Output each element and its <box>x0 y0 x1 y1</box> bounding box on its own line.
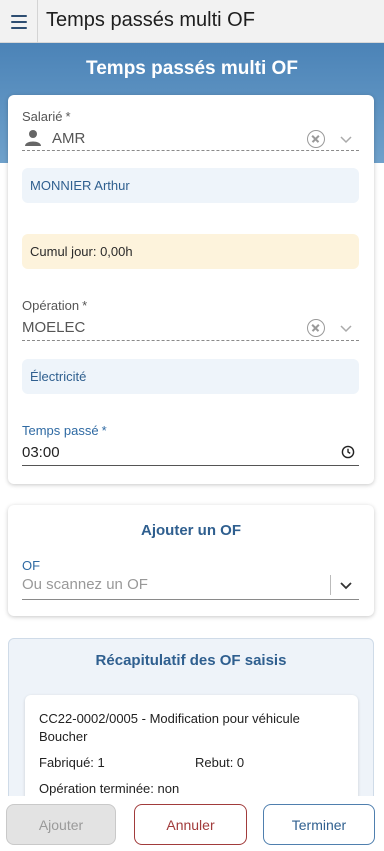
daily-total-box: Cumul jour: 0,00h <box>22 234 359 269</box>
finish-button[interactable]: Terminer <box>263 804 375 845</box>
app-title: Temps passés multi OF <box>46 9 255 31</box>
add-of-card: Ajouter un OF OF Ou scannez un OF <box>8 505 374 616</box>
of-divider <box>330 575 331 595</box>
of-client: Boucher <box>39 729 88 744</box>
time-entry-form: Salarié * AMR MONNIER Arthur Cumul jour: … <box>8 95 374 484</box>
operation-label: Opération * <box>22 298 88 313</box>
list-item[interactable]: CC22-0002/0005 - Modification pour véhic… <box>25 695 358 807</box>
operation-description-box: Électricité <box>22 359 359 394</box>
chevron-down-icon[interactable] <box>338 131 354 147</box>
employee-name-box: MONNIER Arthur <box>22 168 359 203</box>
time-spent-input[interactable]: 03:00 <box>22 444 60 461</box>
employee-label: Salarié * <box>22 109 71 124</box>
clear-icon[interactable] <box>307 319 325 337</box>
of-summary-card: Récapitulatif des OF saisis CC22-0002/00… <box>8 638 374 808</box>
cancel-button[interactable]: Annuler <box>134 804 247 845</box>
employee-field-underline <box>22 150 359 151</box>
chevron-down-icon[interactable] <box>338 320 354 336</box>
operation-field-underline <box>22 340 359 341</box>
time-spent-label: Temps passé * <box>22 423 107 438</box>
top-bar: Temps passés multi OF <box>0 0 384 43</box>
banner-title: Temps passés multi OF <box>86 58 298 79</box>
operation-input[interactable]: MOELEC <box>22 319 85 336</box>
add-button[interactable]: Ajouter <box>6 804 116 845</box>
of-operation-done: Opération terminée: non <box>39 781 180 796</box>
chevron-down-icon[interactable] <box>338 577 354 593</box>
of-label: OF <box>22 558 41 573</box>
of-fabricated: Fabriqué: 1 <box>39 755 105 770</box>
of-input[interactable]: Ou scannez un OF <box>22 576 148 593</box>
of-field-underline <box>22 599 359 600</box>
clear-icon[interactable] <box>307 130 325 148</box>
hamburger-icon <box>10 14 27 17</box>
of-reference: CC22-0002/0005 - Modification pour véhic… <box>39 711 300 726</box>
add-of-title: Ajouter un OF <box>141 522 241 539</box>
of-scrap: Rebut: 0 <box>195 755 245 770</box>
employee-input[interactable]: AMR <box>52 130 85 147</box>
summary-title: Récapitulatif des OF saisis <box>95 652 287 669</box>
clock-icon[interactable] <box>341 445 355 459</box>
person-icon <box>25 130 41 146</box>
time-spent-underline <box>22 465 359 466</box>
menu-button[interactable] <box>0 0 38 43</box>
